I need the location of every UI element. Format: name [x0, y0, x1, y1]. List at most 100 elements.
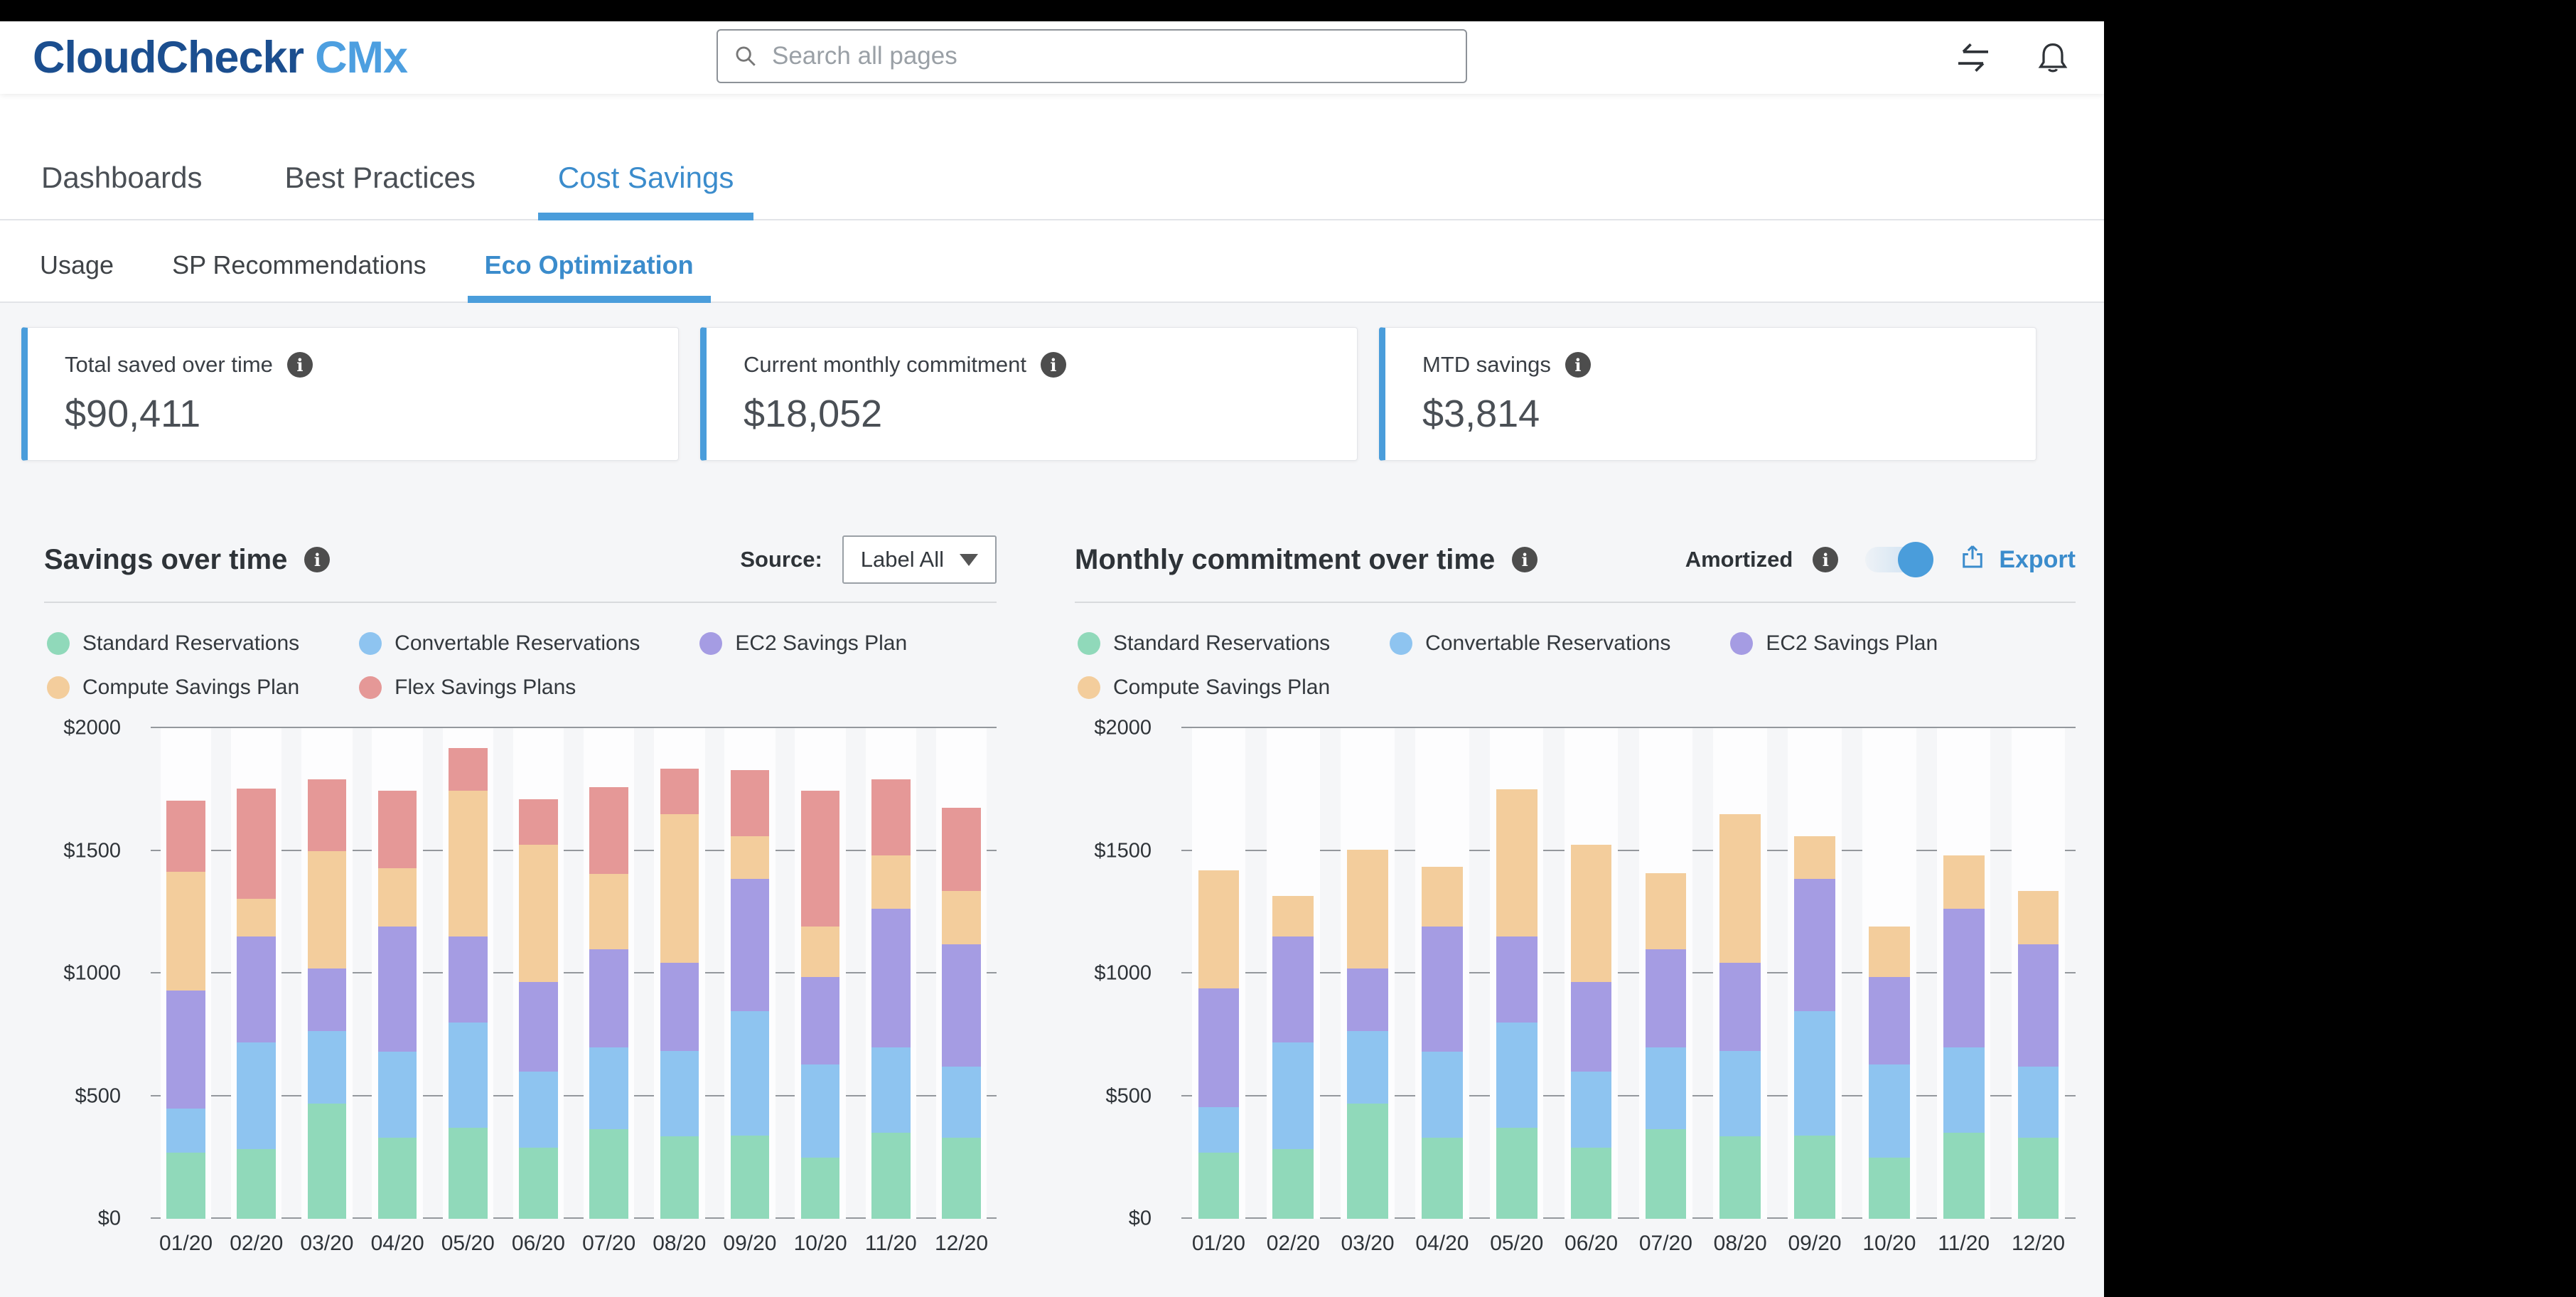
bar-slot-05-20	[1479, 728, 1554, 1219]
bar-segment-ec2-savings-plan	[589, 949, 628, 1047]
legend-item-compute-savings-plan: Compute Savings Plan	[1078, 676, 1330, 700]
x-tick-label: 08/20	[644, 1232, 714, 1256]
bar-slot-03-20	[291, 728, 362, 1219]
app-logo: CloudCheckrCMx	[33, 32, 407, 83]
y-tick-label: $2000	[1094, 717, 1152, 740]
legend-item-flex-savings-plans: Flex Savings Plans	[359, 676, 576, 700]
export-icon	[1958, 542, 1987, 578]
bar-segment-standard-reservations	[871, 1133, 911, 1219]
tab-cost-savings[interactable]: Cost Savings	[549, 161, 742, 219]
switch-accounts-icon[interactable]	[1953, 38, 1993, 78]
bar-segment-ec2-savings-plan	[378, 927, 417, 1052]
savings-over-time-panel: Savings over time i Source: Label All St…	[44, 518, 997, 1256]
subtab-sp-recommendations[interactable]: SP Recommendations	[165, 250, 434, 301]
info-icon[interactable]: i	[304, 547, 330, 572]
amortized-toggle[interactable]	[1865, 547, 1931, 572]
subtab-usage[interactable]: Usage	[33, 250, 121, 301]
bar-segment-standard-reservations	[660, 1136, 699, 1219]
amortized-label: Amortized	[1685, 547, 1793, 572]
bar-slot-07-20	[574, 728, 644, 1219]
bar-segment-standard-reservations	[1422, 1138, 1463, 1219]
bar-segment-ec2-savings-plan	[660, 963, 699, 1051]
kpi-card-total-saved-over-time: Total saved over timei$90,411	[21, 327, 679, 461]
info-icon[interactable]: i	[287, 352, 313, 378]
export-button[interactable]: Export	[1958, 542, 2076, 578]
bar-slot-01-20	[1181, 728, 1256, 1219]
chart-title: Savings over time i	[44, 544, 330, 576]
stacked-bar-12-20	[2018, 728, 2059, 1219]
bar-segment-standard-reservations	[378, 1138, 417, 1219]
bar-segment-flex-savings-plans	[166, 801, 205, 872]
stacked-bar-10-20	[1869, 728, 1910, 1219]
app-screen: CloudCheckrCMx Dashboards Best Practices C…	[0, 0, 2576, 1297]
x-tick-label: 11/20	[856, 1232, 926, 1256]
bar-segment-compute-savings-plan	[1794, 836, 1835, 879]
search-icon	[734, 44, 758, 68]
info-icon[interactable]: i	[1813, 547, 1838, 572]
notifications-bell-icon[interactable]	[2034, 39, 2071, 76]
legend-dot	[359, 632, 382, 655]
chart-title-text: Savings over time	[44, 544, 287, 576]
x-tick-label: 09/20	[1778, 1232, 1852, 1256]
bar-slots	[151, 728, 997, 1219]
bar-segment-convertable-reservations	[449, 1023, 488, 1128]
info-icon[interactable]: i	[1512, 547, 1537, 572]
bar-slot-02-20	[1256, 728, 1331, 1219]
bar-segment-ec2-savings-plan	[731, 879, 770, 1011]
bar-segment-standard-reservations	[589, 1129, 628, 1219]
legend-label: Standard Reservations	[82, 631, 299, 656]
bar-segment-ec2-savings-plan	[166, 991, 205, 1109]
bar-segment-flex-savings-plans	[871, 779, 911, 855]
kpi-label-text: MTD savings	[1422, 352, 1551, 378]
stacked-bar-08-20	[660, 728, 699, 1219]
legend-item-convertable-reservations: Convertable Reservations	[359, 631, 640, 656]
bar-segment-ec2-savings-plan	[1272, 936, 1314, 1042]
bar-segment-compute-savings-plan	[731, 836, 770, 879]
bar-segment-convertable-reservations	[660, 1051, 699, 1137]
source-dropdown[interactable]: Label All	[842, 535, 997, 584]
info-icon[interactable]: i	[1565, 352, 1591, 378]
legend-label: Standard Reservations	[1113, 631, 1330, 656]
bar-segment-ec2-savings-plan	[1347, 968, 1388, 1031]
legend-label: EC2 Savings Plan	[735, 631, 907, 656]
tab-best-practices[interactable]: Best Practices	[276, 161, 483, 219]
bar-slot-12-20	[926, 728, 997, 1219]
tab-dashboards[interactable]: Dashboards	[33, 161, 210, 219]
info-icon[interactable]: i	[1041, 352, 1066, 378]
legend-label: EC2 Savings Plan	[1766, 631, 1938, 656]
legend-dot	[1078, 676, 1100, 699]
bar-segment-compute-savings-plan	[660, 814, 699, 963]
bar-segment-compute-savings-plan	[166, 872, 205, 991]
chart-legend: Standard ReservationsConvertable Reserva…	[1075, 603, 2076, 700]
bar-segment-ec2-savings-plan	[1943, 909, 1985, 1047]
x-tick-label: 02/20	[221, 1232, 291, 1256]
bar-slots	[1181, 728, 2076, 1219]
bar-segment-convertable-reservations	[1646, 1047, 1687, 1130]
bar-segment-convertable-reservations	[1272, 1042, 1314, 1149]
legend-item-ec2-savings-plan: EC2 Savings Plan	[699, 631, 907, 656]
legend-dot	[699, 632, 722, 655]
bar-slot-03-20	[1331, 728, 1405, 1219]
bar-slot-04-20	[363, 728, 433, 1219]
source-dropdown-value: Label All	[861, 547, 944, 572]
bar-segment-convertable-reservations	[1496, 1023, 1537, 1128]
bar-slot-06-20	[503, 728, 574, 1219]
legend-label: Convertable Reservations	[395, 631, 640, 656]
source-label: Source:	[740, 547, 822, 572]
chart-title: Monthly commitment over time i	[1075, 544, 1537, 576]
bar-slot-05-20	[433, 728, 503, 1219]
stacked-bar-05-20	[1496, 728, 1537, 1219]
bar-segment-standard-reservations	[731, 1136, 770, 1219]
search-input[interactable]	[771, 41, 1450, 71]
global-search[interactable]	[717, 29, 1467, 83]
subtab-eco-optimization[interactable]: Eco Optimization	[478, 250, 701, 301]
bar-segment-flex-savings-plans	[942, 808, 981, 891]
stacked-bar-chart: $0$500$1000$1500$2000 01/2002/2003/2004/…	[1075, 728, 2076, 1256]
bar-segment-standard-reservations	[1646, 1129, 1687, 1219]
bar-slot-02-20	[221, 728, 291, 1219]
bar-segment-ec2-savings-plan	[942, 944, 981, 1067]
bar-segment-standard-reservations	[1869, 1158, 1910, 1219]
stacked-bar-11-20	[1943, 728, 1985, 1219]
legend-label: Flex Savings Plans	[395, 676, 576, 700]
legend-item-standard-reservations: Standard Reservations	[1078, 631, 1330, 656]
